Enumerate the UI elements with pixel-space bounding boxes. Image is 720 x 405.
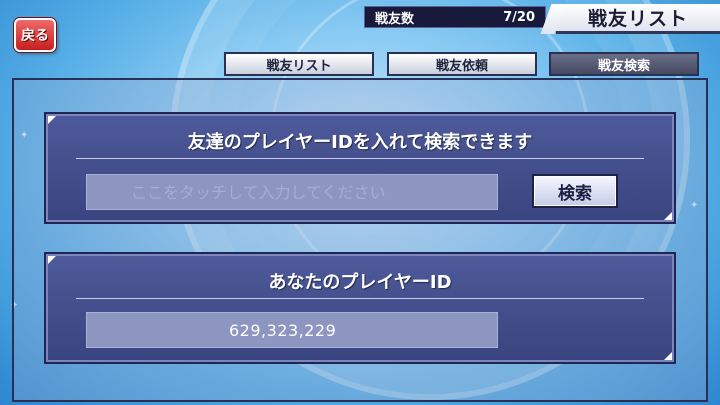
- friend-count-bar: 戦友数 7/20: [364, 6, 546, 28]
- page-title: 戦友リスト: [556, 4, 720, 34]
- tab-friend-requests[interactable]: 戦友依頼: [387, 52, 537, 76]
- back-button[interactable]: 戻る: [14, 18, 56, 52]
- search-panel-title: 友達のプレイヤーIDを入れて検索できます: [187, 132, 533, 153]
- player-id-search-input[interactable]: [87, 175, 497, 209]
- player-id-panel: あなたのプレイヤーID 629,323,229: [44, 252, 676, 364]
- search-panel: 友達のプレイヤーIDを入れて検索できます 検索: [44, 112, 676, 224]
- tab-friend-list[interactable]: 戦友リスト: [224, 52, 374, 76]
- player-id-search-field[interactable]: [86, 174, 498, 210]
- player-id-display: 629,323,229: [86, 312, 498, 348]
- player-id-value: 629,323,229: [229, 320, 337, 340]
- search-button[interactable]: 検索: [532, 174, 618, 208]
- corner-decoration: [664, 212, 672, 220]
- corner-decoration: [664, 352, 672, 360]
- corner-decoration: [48, 256, 56, 264]
- divider: [76, 158, 644, 159]
- corner-decoration: [48, 116, 56, 124]
- tab-friend-search[interactable]: 戦友検索: [549, 52, 699, 76]
- divider: [76, 298, 644, 299]
- friend-count-label: 戦友数: [375, 11, 415, 27]
- friend-count-value: 7/20: [503, 9, 535, 25]
- player-id-panel-title: あなたのプレイヤーID: [268, 272, 452, 293]
